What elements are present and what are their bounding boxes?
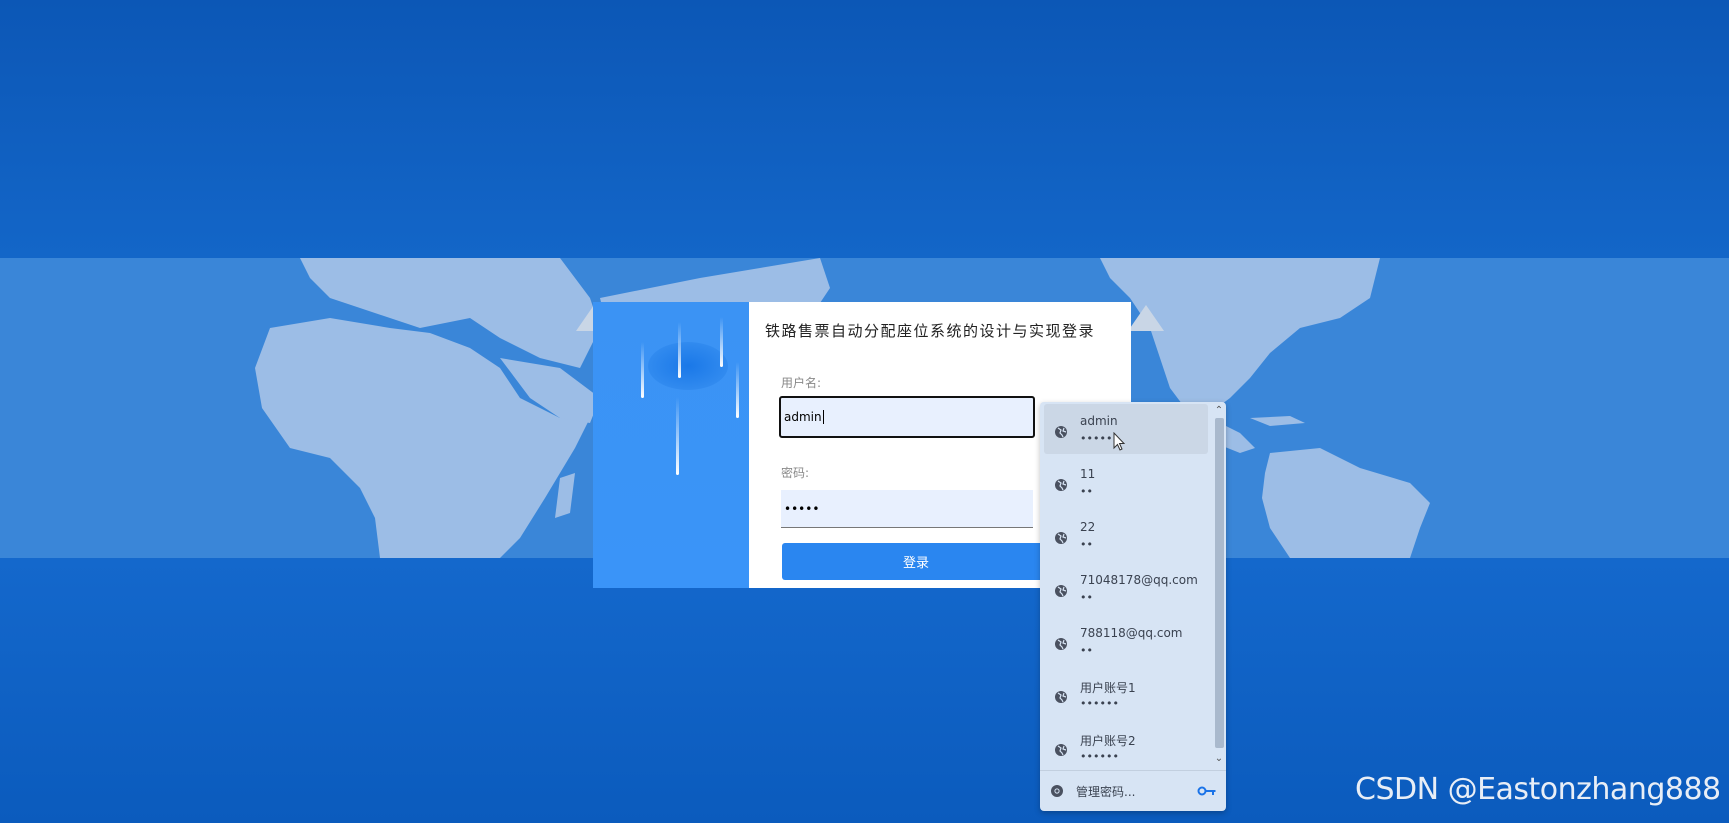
autofill-username: admin xyxy=(1080,414,1118,428)
username-label: 用户名: xyxy=(781,376,822,390)
globe-icon xyxy=(1055,691,1067,703)
password-autofill-dropdown: admin ••••• 11 •• 22 •• 71048178@qq.com … xyxy=(1040,402,1226,811)
autofill-password: •• xyxy=(1080,538,1093,551)
background-top xyxy=(0,0,1729,258)
globe-icon xyxy=(1055,532,1067,544)
password-value: ••••• xyxy=(784,501,820,516)
key-icon xyxy=(1197,786,1216,796)
autofill-password: •••••• xyxy=(1080,697,1119,710)
autofill-password: •• xyxy=(1080,591,1093,604)
scrollbar-thumb[interactable] xyxy=(1215,418,1224,748)
scroll-up-icon[interactable]: ⌃ xyxy=(1212,404,1226,418)
watermark: CSDN @Eastonzhang888 xyxy=(1355,772,1721,807)
scroll-down-icon[interactable]: ⌄ xyxy=(1212,752,1226,766)
autofill-username: 11 xyxy=(1080,467,1096,481)
light-streak xyxy=(641,342,644,398)
username-input[interactable]: admin xyxy=(779,396,1035,438)
light-streak xyxy=(678,322,681,378)
page-title: 铁路售票自动分配座位系统的设计与实现登录 xyxy=(765,322,1096,340)
autofill-item[interactable]: 用户账号2 •••••• xyxy=(1044,722,1208,772)
globe-icon xyxy=(1055,426,1067,438)
autofill-list: admin ••••• 11 •• 22 •• 71048178@qq.com … xyxy=(1040,402,1212,770)
password-label: 密码: xyxy=(781,466,810,480)
autofill-item[interactable]: 用户账号1 •••••• xyxy=(1044,669,1208,719)
autofill-username: 22 xyxy=(1080,520,1096,534)
autofill-item[interactable]: 11 •• xyxy=(1044,457,1208,507)
globe-icon xyxy=(1055,585,1067,597)
illustration-disc xyxy=(648,342,728,390)
globe-icon xyxy=(1055,744,1067,756)
password-input[interactable]: ••••• xyxy=(781,490,1033,528)
light-streak xyxy=(676,397,679,475)
autofill-item[interactable]: 788118@qq.com •• xyxy=(1044,616,1208,666)
decor-triangle-right xyxy=(1128,305,1164,331)
light-streak xyxy=(736,362,739,418)
autofill-username: 用户账号2 xyxy=(1080,734,1136,748)
autofill-scrollbar[interactable]: ⌃ ⌄ xyxy=(1212,402,1226,770)
globe-icon xyxy=(1055,638,1067,650)
card-illustration xyxy=(593,302,749,588)
autofill-item[interactable]: 71048178@qq.com •• xyxy=(1044,563,1208,613)
autofill-username: 788118@qq.com xyxy=(1080,626,1183,640)
username-value: admin xyxy=(784,410,822,424)
autofill-username: 71048178@qq.com xyxy=(1080,573,1198,587)
autofill-password: •••••• xyxy=(1080,750,1119,763)
globe-icon xyxy=(1055,479,1067,491)
autofill-password: ••••• xyxy=(1080,432,1113,445)
autofill-password: •• xyxy=(1080,485,1093,498)
text-caret xyxy=(822,410,824,424)
chrome-icon xyxy=(1051,785,1063,797)
autofill-item[interactable]: 22 •• xyxy=(1044,510,1208,560)
autofill-username: 用户账号1 xyxy=(1080,681,1136,695)
autofill-password: •• xyxy=(1080,644,1093,657)
manage-passwords-label: 管理密码... xyxy=(1076,785,1136,799)
mouse-cursor-icon xyxy=(1113,432,1126,451)
light-streak xyxy=(720,317,723,367)
manage-passwords-row[interactable]: 管理密码... xyxy=(1040,770,1226,811)
login-button[interactable]: 登录 xyxy=(782,543,1050,580)
